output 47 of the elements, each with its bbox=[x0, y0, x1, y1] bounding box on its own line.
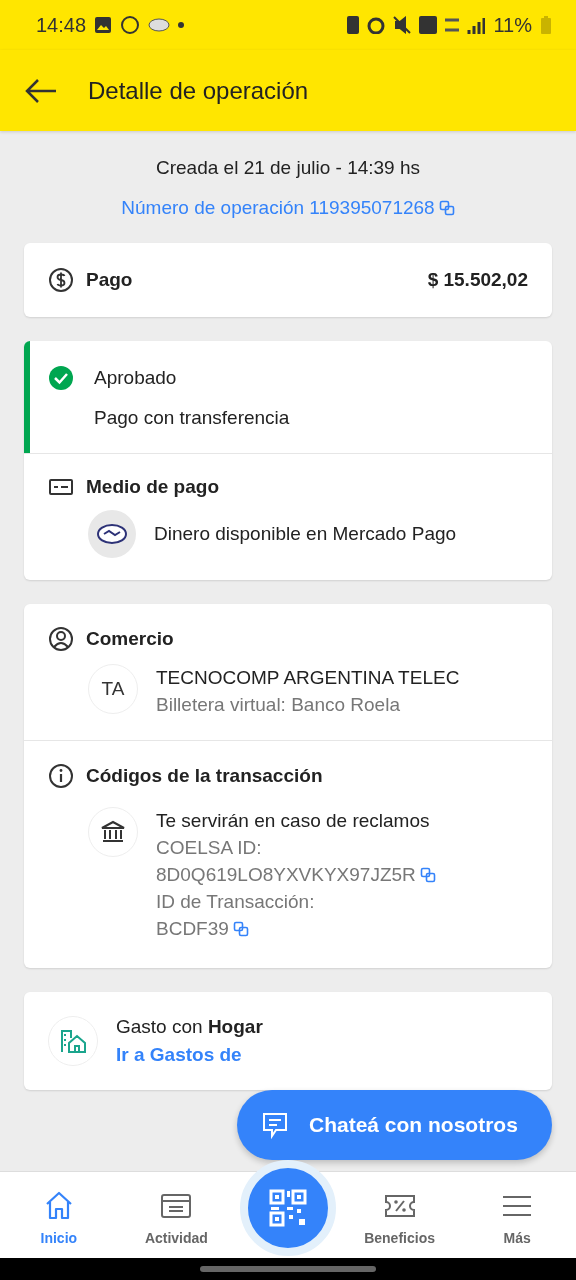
handshake-logo-icon bbox=[88, 510, 136, 558]
back-arrow-icon[interactable] bbox=[24, 77, 58, 104]
merchant-initials: TA bbox=[88, 664, 138, 714]
bank-icon bbox=[88, 807, 138, 857]
expense-text: Gasto con Hogar bbox=[116, 1016, 263, 1038]
merchant-detail: Billetera virtual: Banco Roela bbox=[156, 693, 401, 717]
code-label: ID de Transacción: bbox=[156, 890, 316, 914]
nav-tab[interactable]: Más bbox=[458, 1172, 576, 1258]
info-icon bbox=[48, 763, 74, 789]
page-title: Detalle de operación bbox=[88, 76, 309, 105]
battery-icon bbox=[540, 15, 552, 35]
house-icon bbox=[48, 1016, 98, 1066]
card-icon bbox=[48, 477, 74, 497]
created-date: Creada el 21 de julio - 14:39 hs bbox=[155, 157, 421, 179]
qr-icon bbox=[269, 1189, 307, 1227]
dot-icon bbox=[178, 22, 185, 28]
copy-icon[interactable] bbox=[232, 920, 249, 937]
check-circle-icon bbox=[48, 365, 74, 391]
image-icon bbox=[94, 16, 113, 34]
payment-amount: $ 15.502,02 bbox=[427, 269, 528, 291]
section-title: Medio de pago bbox=[86, 476, 219, 498]
copy-icon[interactable] bbox=[438, 200, 455, 216]
signal-icon bbox=[467, 16, 486, 34]
expense-link[interactable]: Ir a Gastos de bbox=[116, 1044, 263, 1066]
code-label: COELSA ID: bbox=[156, 836, 263, 860]
chat-button[interactable]: Chateá con nosotros bbox=[237, 1090, 552, 1160]
status-subtitle: Pago con transferencia bbox=[94, 407, 291, 429]
payment-method-value: Dinero disponible en Mercado Pago bbox=[154, 523, 457, 545]
dollar-icon bbox=[48, 267, 74, 293]
code-value: 8D0Q619LO8YXVKYX97JZ5R bbox=[156, 863, 416, 887]
payment-label: Pago bbox=[86, 269, 133, 291]
battery-percent: 11% bbox=[493, 13, 532, 37]
section-title: Códigos de la transacción bbox=[86, 765, 323, 787]
chat-icon bbox=[261, 1111, 289, 1139]
mute-icon bbox=[393, 16, 412, 34]
nav-tab[interactable]: Beneficios bbox=[340, 1172, 459, 1258]
merchant-name: TECNOCOMP ARGENTINA TELEC bbox=[156, 666, 460, 690]
user-icon bbox=[48, 626, 74, 652]
status-title: Aprobado bbox=[94, 367, 178, 389]
operation-number-link[interactable]: Número de operación 119395071268 bbox=[121, 197, 435, 219]
nav-tab[interactable]: Inicio bbox=[0, 1172, 118, 1258]
nav-tab[interactable]: Actividad bbox=[117, 1172, 236, 1258]
code-value: BCDF39 bbox=[156, 917, 229, 941]
copy-icon[interactable] bbox=[419, 866, 436, 883]
section-title: Comercio bbox=[86, 628, 174, 650]
status-time: 14:48 bbox=[36, 13, 87, 37]
codes-note: Te servirán en caso de reclamos bbox=[156, 809, 431, 833]
